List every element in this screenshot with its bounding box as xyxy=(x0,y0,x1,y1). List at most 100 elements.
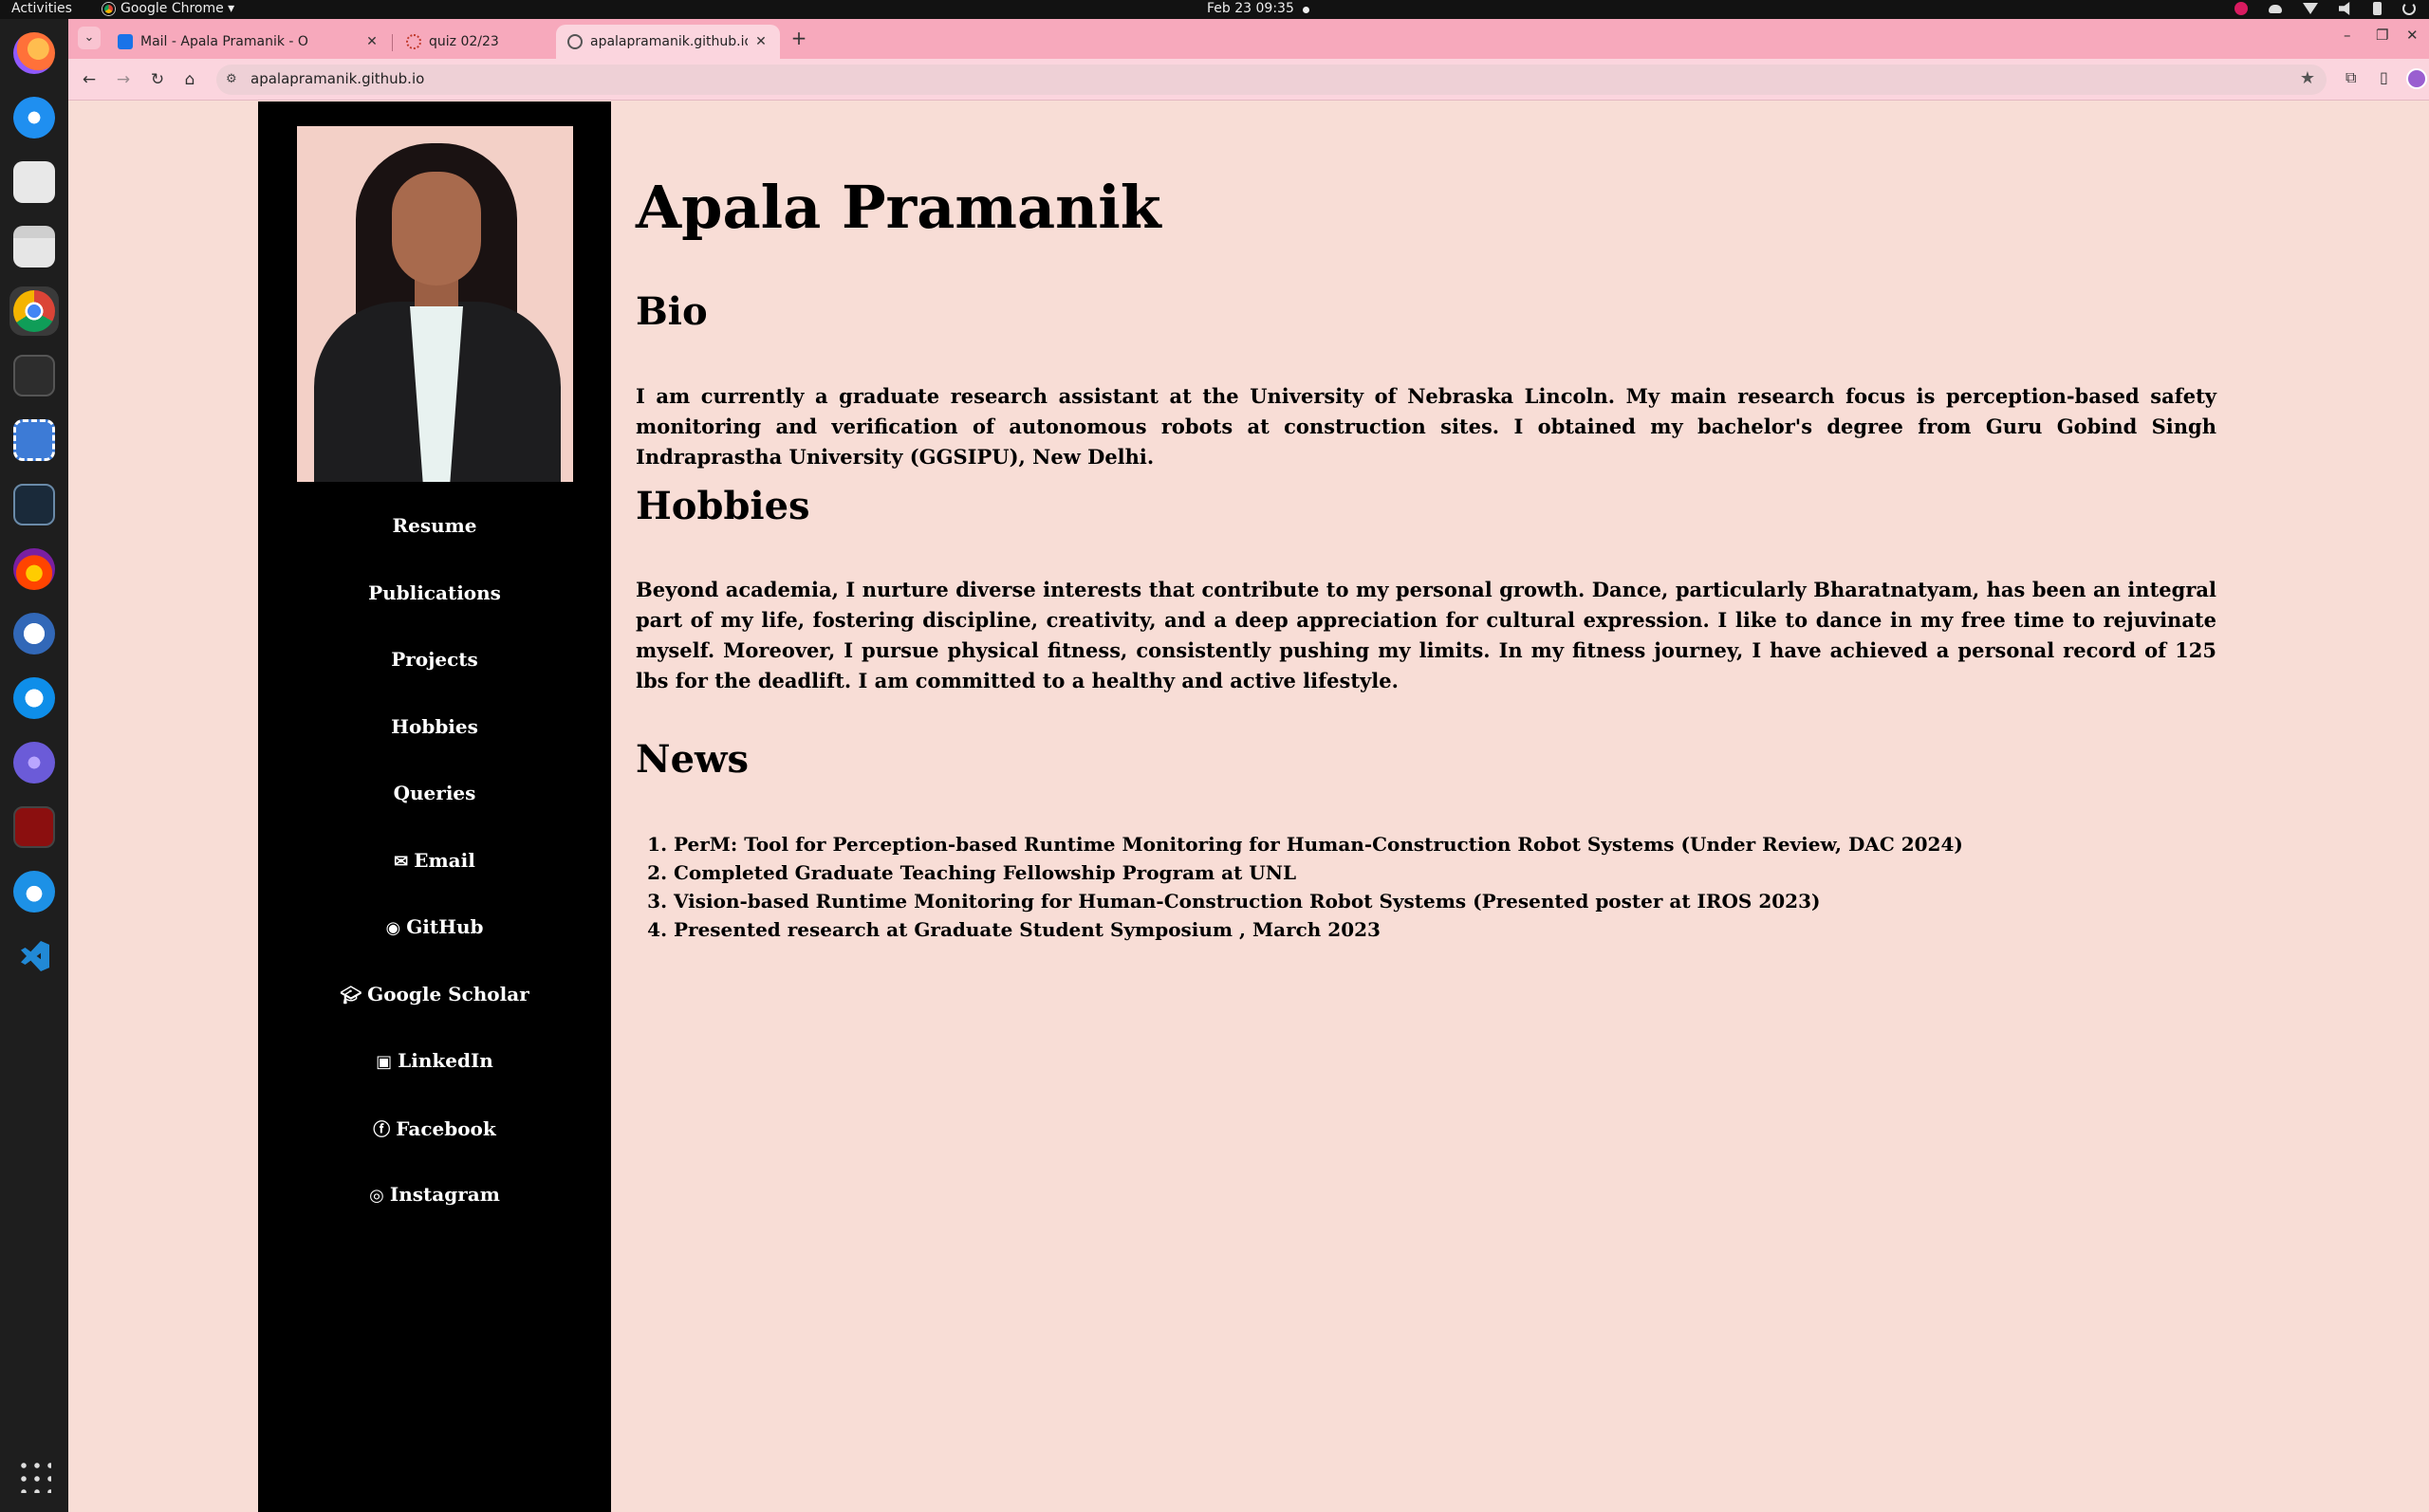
nav-hobbies[interactable]: Hobbies xyxy=(258,715,611,738)
nav-facebook[interactable]: ⓕ Facebook xyxy=(258,1116,611,1141)
hobbies-heading: Hobbies xyxy=(636,484,810,528)
system-top-bar: Activities Google Chrome ▾ Feb 23 09:35 xyxy=(0,0,2429,19)
tray-app-icon[interactable] xyxy=(2234,2,2248,15)
tab-title: Mail - Apala Pramanik - O xyxy=(140,34,308,49)
bookmark-star-icon[interactable]: ★ xyxy=(2300,68,2315,88)
minimize-icon[interactable]: – xyxy=(2344,27,2351,44)
terminal-icon[interactable] xyxy=(13,355,55,396)
bio-heading: Bio xyxy=(636,289,708,334)
battery-icon[interactable] xyxy=(2373,2,2382,15)
hobbies-text: Beyond academia, I nurture diverse inter… xyxy=(636,578,2216,692)
nav-publications[interactable]: Publications xyxy=(258,581,611,604)
close-window-icon[interactable]: ✕ xyxy=(2406,27,2419,44)
tab-title: apalapramanik.github.io xyxy=(590,34,748,49)
reload-button[interactable]: ↻ xyxy=(146,68,169,91)
simplenote-icon[interactable] xyxy=(13,613,55,655)
instagram-icon: ◎ xyxy=(369,1186,384,1206)
app-menu[interactable]: Google Chrome ▾ xyxy=(102,1,234,16)
system-tray[interactable] xyxy=(2234,2,2416,15)
cloud-icon[interactable] xyxy=(2269,4,2282,13)
clock[interactable]: Feb 23 09:35 xyxy=(1207,1,1294,16)
nav-instagram[interactable]: ◎ Instagram xyxy=(258,1183,611,1206)
back-button[interactable]: ← xyxy=(78,68,101,91)
app-menu-label: Google Chrome ▾ xyxy=(121,1,235,16)
outlook-icon xyxy=(118,34,133,49)
chrome-dock-slot[interactable] xyxy=(13,290,55,332)
app-grid-icon[interactable] xyxy=(17,1459,51,1493)
chrome-icon xyxy=(13,290,55,332)
system-monitor-icon[interactable] xyxy=(13,484,55,526)
bio-text: I am currently a graduate research assis… xyxy=(636,384,2216,469)
nav-resume[interactable]: Resume xyxy=(258,514,611,537)
notification-dot-icon xyxy=(1303,7,1309,13)
power-icon[interactable] xyxy=(2402,2,2416,15)
forward-button[interactable]: → xyxy=(112,68,135,91)
screenshot-icon[interactable] xyxy=(13,419,55,461)
dock xyxy=(0,19,68,1512)
site-info-icon[interactable]: ⚙ xyxy=(226,72,237,86)
files-icon[interactable] xyxy=(13,226,55,267)
nav-label: LinkedIn xyxy=(398,1049,493,1072)
vscode-icon[interactable] xyxy=(13,935,55,977)
nav-label: Hobbies xyxy=(391,715,478,738)
profile-avatar[interactable] xyxy=(2406,68,2427,89)
side-panel-icon[interactable]: ▯ xyxy=(2380,68,2388,86)
chrome-icon xyxy=(102,2,115,15)
nav-label: Queries xyxy=(393,782,476,804)
close-icon[interactable]: ✕ xyxy=(364,34,380,49)
linkedin-icon: ▣ xyxy=(376,1052,393,1072)
nav-google-scholar[interactable]: 🎓︎ Google Scholar xyxy=(258,983,611,1005)
github-icon: ◉ xyxy=(385,918,401,938)
nav-label: GitHub xyxy=(406,915,484,938)
firefox-icon[interactable] xyxy=(13,32,55,74)
sidebar: Resume Publications Projects Hobbies Que… xyxy=(258,101,611,1512)
nav-linkedin[interactable]: ▣ LinkedIn xyxy=(258,1049,611,1072)
web-page: Resume Publications Projects Hobbies Que… xyxy=(68,101,2429,1512)
tab-search-button[interactable]: ⌄ xyxy=(78,27,101,49)
tab-mail[interactable]: Mail - Apala Pramanik - O ✕ xyxy=(106,25,391,59)
url-text[interactable]: apalapramanik.github.io xyxy=(250,70,424,87)
page-title: Apala Pramanik xyxy=(636,173,1161,242)
news-heading: News xyxy=(636,737,749,782)
document-viewer-icon[interactable] xyxy=(13,161,55,203)
news-item: Vision-based Runtime Monitoring for Huma… xyxy=(674,887,1963,915)
red-app-icon[interactable] xyxy=(13,806,55,848)
nav-label: Instagram xyxy=(389,1183,500,1206)
nav-label: Projects xyxy=(391,648,478,671)
wifi-icon[interactable] xyxy=(2303,3,2318,14)
profile-photo xyxy=(297,126,573,482)
nav-github[interactable]: ◉ GitHub xyxy=(258,915,611,938)
nav-label: Google Scholar xyxy=(367,983,529,1005)
graduation-cap-icon: 🎓︎ xyxy=(340,986,362,1005)
nav-projects[interactable]: Projects xyxy=(258,648,611,671)
thunderbird-icon[interactable] xyxy=(13,97,55,138)
nav-label: Email xyxy=(414,849,475,872)
network-app-icon[interactable] xyxy=(13,742,55,784)
nav-label: Publications xyxy=(368,581,501,604)
news-item: Completed Graduate Teaching Fellowship P… xyxy=(674,858,1963,887)
tab-divider xyxy=(392,34,393,51)
tab-strip: ⌄ Mail - Apala Pramanik - O ✕ quiz 02/23… xyxy=(68,19,2429,59)
extensions-icon[interactable]: ⧉ xyxy=(2346,68,2356,87)
nav-label: Facebook xyxy=(396,1117,496,1140)
news-item: Presented research at Graduate Student S… xyxy=(674,915,1963,944)
home-button[interactable]: ⌂ xyxy=(178,68,201,91)
browser-toolbar: ← → ↻ ⌂ ⚙ apalapramanik.github.io ★ ⧉ ▯ … xyxy=(68,59,2429,101)
activities-button[interactable]: Activities xyxy=(11,1,72,16)
docker-icon[interactable] xyxy=(13,871,55,913)
nav-email[interactable]: ✉ Email xyxy=(258,849,611,872)
news-item: PerM: Tool for Perception-based Runtime … xyxy=(674,830,1963,858)
teamviewer-icon[interactable] xyxy=(13,677,55,719)
nav-label: Resume xyxy=(392,514,477,537)
volume-icon[interactable] xyxy=(2339,2,2350,15)
facebook-icon: ⓕ xyxy=(373,1120,391,1140)
nav-queries[interactable]: Queries xyxy=(258,782,611,804)
loading-icon xyxy=(406,34,421,49)
restore-icon[interactable]: ❐ xyxy=(2376,27,2388,44)
close-icon[interactable]: ✕ xyxy=(753,34,769,49)
app-flame-icon[interactable] xyxy=(13,548,55,590)
tab-github-io[interactable]: apalapramanik.github.io ✕ xyxy=(556,25,780,59)
news-list: PerM: Tool for Perception-based Runtime … xyxy=(674,830,1963,944)
address-bar[interactable]: ⚙ apalapramanik.github.io ★ xyxy=(216,65,2327,95)
new-tab-button[interactable]: + xyxy=(788,27,810,49)
